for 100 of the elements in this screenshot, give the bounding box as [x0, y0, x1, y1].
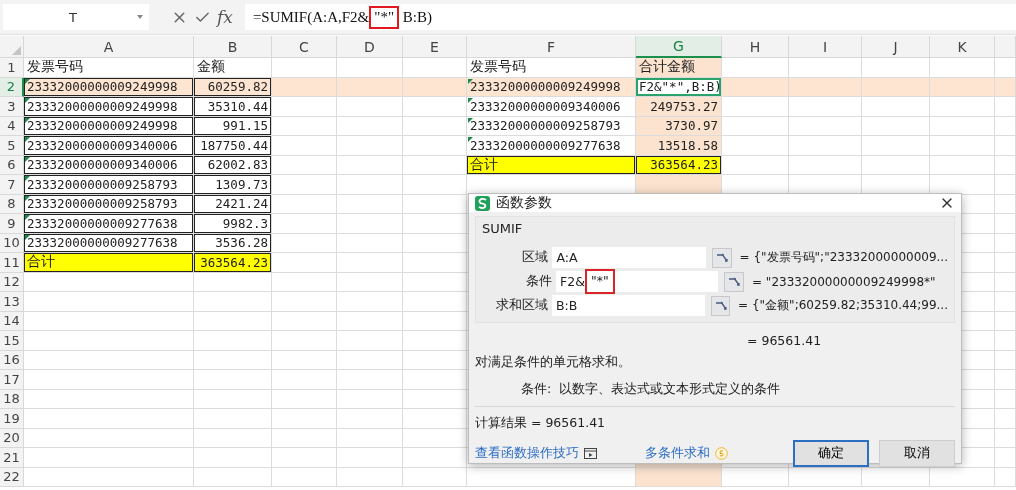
column-header[interactable]: J [862, 36, 930, 58]
column-heading-cell: 发票号码 [467, 58, 636, 78]
table-cell: 13518.58 [636, 136, 722, 156]
table-cell: 23332000000009249998 [467, 77, 636, 97]
row-header[interactable]: 12 [0, 272, 24, 292]
argument-field[interactable]: A:A [552, 247, 707, 268]
row-header[interactable]: 14 [0, 311, 24, 331]
error-indicator-icon [25, 234, 30, 240]
column-header[interactable]: G [636, 36, 722, 58]
error-indicator-icon [25, 78, 30, 84]
table-cell: 249753.27 [636, 97, 722, 117]
name-box[interactable]: T [3, 4, 149, 30]
column-header[interactable]: F [467, 36, 636, 58]
column-header[interactable]: H [722, 36, 789, 58]
row-header[interactable]: 19 [0, 409, 24, 429]
formula-field[interactable]: =SUMIF(A:A,F2& "*" B:B) [244, 4, 1016, 30]
row-header[interactable]: 13 [0, 292, 24, 312]
column-header[interactable]: D [337, 36, 403, 58]
row-header[interactable]: 3 [0, 97, 24, 117]
total-cell: 合计 [467, 155, 636, 175]
table-cell: 23332000000009258793 [467, 116, 636, 136]
cancel-button[interactable]: 取消 [879, 440, 955, 467]
error-indicator-icon [25, 156, 30, 162]
table-cell: 62002.83 [194, 155, 272, 175]
row-header[interactable]: 4 [0, 116, 24, 136]
row-header[interactable]: 7 [0, 175, 24, 195]
column-heading-cell: 发票号码 [24, 58, 194, 78]
error-indicator-icon [25, 98, 30, 103]
row-header[interactable]: 2 [0, 77, 24, 97]
table-cell: 35310.44 [194, 97, 272, 117]
help-link[interactable]: 查看函数操作技巧 [475, 445, 597, 462]
row-header[interactable]: 21 [0, 448, 24, 468]
error-indicator-icon [25, 137, 30, 142]
row-header[interactable]: 15 [0, 331, 24, 351]
row-header[interactable]: 5 [0, 136, 24, 156]
error-indicator-icon [468, 78, 473, 84]
row-header[interactable]: 11 [0, 253, 24, 273]
active-cell[interactable]: F2&"*",B:B) [636, 77, 722, 97]
column-header[interactable]: A [24, 36, 194, 58]
argument-help: 条件: 以数字、表达式或文本形式定义的条件 [521, 381, 782, 398]
caret-icon [137, 15, 143, 19]
row-header[interactable]: 18 [0, 389, 24, 409]
video-icon [584, 448, 597, 459]
table-cell: 23332000000009258793 [24, 175, 194, 195]
argument-result: = "23332000000009249998*" [752, 274, 936, 289]
column-header[interactable]: B [194, 36, 272, 58]
formula-result: = 96561.41 [747, 333, 822, 348]
argument-result: = {"金额";60259.82;35310.44;99... [738, 297, 948, 314]
table-cell: 23332000000009249998 [24, 97, 194, 117]
row-header[interactable]: 17 [0, 370, 24, 390]
table-cell: 23332000000009277638 [24, 233, 194, 253]
total-cell: 363564.23 [194, 253, 272, 273]
dialog-title: 函数参数 [496, 194, 553, 212]
function-name: SUMIF [482, 221, 524, 236]
row-header[interactable]: 1 [0, 58, 24, 78]
table-cell: 3730.97 [636, 116, 722, 136]
table-cell: 3536.28 [194, 233, 272, 253]
row-header[interactable]: 10 [0, 233, 24, 253]
error-indicator-icon [25, 117, 30, 123]
table-cell: 60259.82 [194, 77, 272, 97]
highlight-frame: "*" [369, 5, 400, 29]
error-indicator-icon [468, 117, 473, 123]
row-header[interactable]: 9 [0, 214, 24, 234]
total-cell: 363564.23 [636, 155, 722, 175]
error-indicator-icon [25, 195, 30, 201]
column-header[interactable]: K [930, 36, 995, 58]
row-header[interactable]: 6 [0, 155, 24, 175]
collapse-arrow-icon [716, 252, 728, 263]
table-cell: 23332000000009258793 [24, 194, 194, 214]
range-select-button[interactable] [724, 271, 744, 292]
row-header[interactable]: 22 [0, 467, 24, 487]
argument-label: 区域 [521, 249, 549, 266]
row-header[interactable]: 16 [0, 350, 24, 370]
column-heading-cell: 金额 [194, 58, 272, 78]
function-description: 对满足条件的单元格求和。 [475, 354, 632, 371]
help-link[interactable]: 多条件求和 [645, 445, 728, 462]
error-indicator-icon [468, 137, 473, 142]
table-cell: 23332000000009340006 [24, 155, 194, 175]
column-header[interactable]: C [272, 36, 337, 58]
coin-icon [715, 447, 728, 460]
table-cell: 23332000000009340006 [24, 136, 194, 156]
error-indicator-icon [25, 176, 30, 181]
column-header[interactable]: I [789, 36, 862, 58]
insert-function-button[interactable]: fx [217, 7, 233, 27]
argument-field[interactable]: B:B [552, 295, 706, 316]
ok-button[interactable]: 确定 [793, 440, 869, 467]
argument-label: 条件 [525, 273, 552, 290]
row-header[interactable]: 8 [0, 194, 24, 214]
row-header[interactable]: 20 [0, 428, 24, 448]
table-cell: 187750.44 [194, 136, 272, 156]
column-header[interactable]: E [403, 36, 467, 58]
argument-field[interactable]: F2& "*" [556, 271, 718, 292]
table-cell: 2421.24 [194, 194, 272, 214]
column-heading-cell: 合计金额 [636, 58, 722, 78]
calculation-result: 计算结果 = 96561.41 [475, 415, 607, 432]
argument-label: 求和区域 [495, 297, 549, 314]
range-select-button[interactable] [711, 295, 731, 316]
range-select-button[interactable] [712, 247, 732, 268]
table-cell: 23332000000009249998 [24, 77, 194, 97]
table-cell: 23332000000009277638 [467, 136, 636, 156]
